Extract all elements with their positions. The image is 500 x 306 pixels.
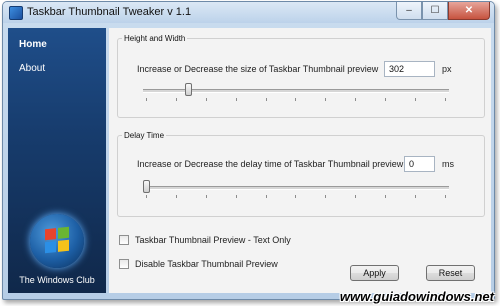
sidebar-item-home[interactable]: Home (19, 39, 47, 50)
maximize-button[interactable]: ☐ (422, 2, 448, 20)
delay-description: Increase or Decrease the delay time of T… (137, 159, 404, 169)
delay-time-legend: Delay Time (124, 131, 165, 140)
size-input[interactable] (384, 61, 435, 77)
delay-unit: ms (442, 159, 454, 169)
delay-time-group: Delay Time (117, 131, 485, 217)
title-bar: Taskbar Thumbnail Tweaker v 1.1 – ☐ ✕ (3, 2, 494, 23)
flag-red-pane (45, 228, 56, 241)
text-only-option[interactable]: Taskbar Thumbnail Preview - Text Only (119, 235, 291, 245)
text-only-checkbox[interactable] (119, 235, 129, 245)
reset-button[interactable]: Reset (426, 265, 475, 281)
delay-slider-thumb[interactable] (143, 180, 150, 193)
windows-flag-icon (45, 226, 69, 254)
delay-slider-ticks (146, 195, 446, 198)
main-panel: Height and Width Increase or Decrease th… (109, 28, 491, 293)
apply-button[interactable]: Apply (350, 265, 399, 281)
close-button[interactable]: ✕ (448, 2, 490, 20)
windows-logo-icon (30, 214, 84, 268)
size-slider-ticks (146, 98, 446, 101)
sidebar: Home About The Windows Club (8, 28, 106, 293)
sidebar-item-about[interactable]: About (19, 63, 45, 74)
disable-preview-checkbox[interactable] (119, 259, 129, 269)
disable-preview-label: Disable Taskbar Thumbnail Preview (135, 259, 278, 269)
flag-blue-pane (45, 241, 56, 254)
app-window: Taskbar Thumbnail Tweaker v 1.1 – ☐ ✕ Ho… (2, 1, 495, 300)
watermark: www.guiadowindows.net (339, 289, 494, 304)
app-icon (9, 6, 23, 20)
flag-yellow-pane (58, 239, 69, 252)
height-width-legend: Height and Width (124, 34, 186, 43)
minimize-button[interactable]: – (396, 2, 422, 20)
club-label: The Windows Club (19, 275, 95, 285)
size-slider-thumb[interactable] (184, 83, 192, 96)
window-title: Taskbar Thumbnail Tweaker v 1.1 (27, 6, 192, 18)
flag-green-pane (58, 226, 69, 239)
delay-slider-track[interactable] (143, 186, 449, 190)
delay-input[interactable] (404, 156, 435, 172)
size-description: Increase or Decrease the size of Taskbar… (137, 64, 379, 74)
size-unit: px (442, 64, 452, 74)
text-only-label: Taskbar Thumbnail Preview - Text Only (135, 235, 291, 245)
window-controls: – ☐ ✕ (396, 2, 490, 20)
disable-preview-option[interactable]: Disable Taskbar Thumbnail Preview (119, 259, 278, 269)
